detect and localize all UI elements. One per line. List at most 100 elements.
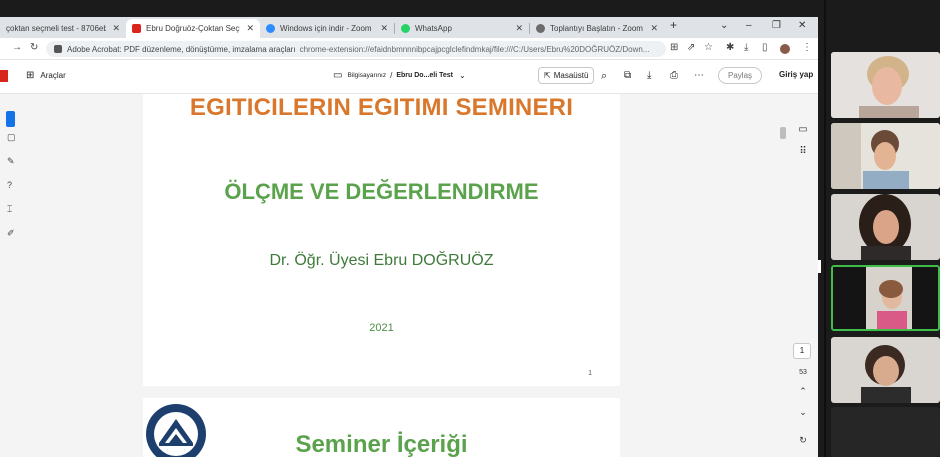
side-panel-icon[interactable]: ▯ (762, 42, 768, 53)
right-rail: ▭ ⠿ 1 53 ⌃ ⌄ ↻ ▤ (788, 94, 818, 457)
extension-icon (54, 45, 62, 53)
site-name: Adobe Acrobat: PDF düzenleme, dönüştürme… (67, 44, 296, 54)
participant-video-5[interactable] (831, 337, 940, 403)
open-external-icon: ⇱ (544, 71, 551, 80)
globe-icon (536, 24, 545, 33)
share-button-label: Paylaş (728, 71, 753, 80)
participant-video-6[interactable] (831, 407, 940, 457)
chat-icon[interactable]: ▭ (788, 124, 818, 135)
participant-1-image (831, 52, 940, 118)
breadcrumb-separator: / (390, 71, 393, 80)
profile-avatar[interactable] (780, 44, 790, 54)
minimize-icon[interactable]: – (746, 20, 752, 31)
pdf-page-2: Seminer İçeriği (143, 398, 620, 457)
computer-icon: ▭ (333, 70, 343, 81)
maximize-icon[interactable]: ❐ (772, 20, 781, 31)
chevron-down-icon[interactable]: ⌄ (459, 71, 466, 80)
reload-icon[interactable]: ↻ (30, 42, 38, 53)
slide-2-title: Seminer İçeriği (295, 431, 468, 457)
extensions-puzzle-icon[interactable]: ✱ (726, 42, 734, 53)
tab-whatsapp[interactable]: WhatsApp ✕ (395, 19, 529, 38)
rotate-icon[interactable]: ↻ (788, 435, 818, 446)
pdf-page-1: EGITICILERIN EGITIMI SEMINERI ÖLÇME VE D… (143, 94, 620, 386)
close-icon[interactable]: ✕ (650, 23, 658, 34)
acrobat-logo (0, 70, 8, 82)
url-text: chrome-extension://efaidnbmnnnibpcajpcgl… (299, 44, 650, 54)
gallery-resize-handle[interactable] (818, 260, 821, 273)
participant-video-2[interactable] (831, 123, 940, 189)
slide-title: EGITICILERIN EGITIMI SEMINERI (189, 94, 574, 121)
stamp-icon[interactable]: ✐ (7, 228, 15, 239)
search-icon[interactable]: ⌕ (601, 70, 607, 83)
participant-video-4[interactable] (831, 265, 940, 331)
translate-icon[interactable]: ⊞ (670, 42, 678, 53)
close-window-icon[interactable]: ✕ (798, 20, 806, 31)
tab-title: Windows için indir - Zoom (280, 24, 372, 33)
close-icon[interactable]: ✕ (515, 23, 523, 34)
text-icon[interactable]: ? (7, 180, 12, 190)
participant-2-image (831, 123, 940, 189)
bookmark-star-icon[interactable]: ☆ (704, 42, 713, 53)
whatsapp-icon (401, 24, 410, 33)
desktop-button[interactable]: ⇱ Masaüstü (538, 67, 595, 84)
participant-3-image (831, 194, 940, 260)
page-view-icon[interactable]: ⧉ (624, 70, 631, 81)
tab-title: WhatsApp (415, 24, 452, 33)
scrollbar-thumb[interactable] (780, 127, 786, 139)
tab-zoom-meeting[interactable]: Toplantıyı Başlatın - Zoom ✕ (530, 19, 664, 38)
slide-subtitle: ÖLÇME VE DEĞERLENDIRME (224, 179, 539, 204)
grid-icon: ⊞ (26, 70, 35, 81)
file-breadcrumb: ▭ Bilgisayarınız / Ebru Do...eli Test ⌄ (333, 70, 466, 81)
share-button[interactable]: Paylaş (718, 67, 763, 84)
tools-button[interactable]: ⊞ Araçlar (26, 70, 66, 81)
tab-pdf[interactable]: Ebru Doğruöz-Çoktan Seçmeli ✕ (126, 19, 260, 38)
share-page-icon[interactable]: ⇗ (687, 42, 695, 53)
zoom-icon (266, 24, 275, 33)
page-total: 53 (799, 369, 807, 376)
tab-title: Toplantıyı Başlatın - Zoom (550, 24, 643, 33)
page-up-icon[interactable]: ⌃ (788, 386, 818, 397)
close-icon[interactable]: ✕ (246, 23, 254, 34)
file-name[interactable]: Ebru Do...eli Test (396, 72, 453, 79)
comment-icon[interactable]: ▢ (7, 132, 16, 143)
tab-title: Ebru Doğruöz-Çoktan Seçmeli (146, 24, 240, 33)
acrobat-toolbar: ⊞ Araçlar ▭ Bilgisayarınız / Ebru Do...e… (0, 60, 818, 94)
slide-page-number: 1 (588, 370, 592, 377)
more-icon[interactable]: ⋯ (694, 70, 704, 81)
menu-dots-icon[interactable]: ⋮ (802, 42, 812, 53)
select-tool[interactable] (6, 111, 15, 127)
participant-video-1[interactable] (831, 52, 940, 118)
browser-toolbar: → ↻ Adobe Acrobat: PDF düzenleme, dönüşt… (0, 38, 818, 60)
forward-icon[interactable]: → (12, 42, 22, 53)
desktop-button-label: Masaüstü (553, 71, 589, 80)
pen-icon[interactable]: ✎ (7, 156, 15, 167)
page-down-icon[interactable]: ⌄ (788, 407, 818, 418)
tab-title: çoktan seçmeli test - 8706ebru (6, 24, 107, 33)
tools-label: Araçlar (40, 71, 66, 80)
tab-zoom-download[interactable]: Windows için indir - Zoom ✕ (260, 19, 394, 38)
tab-test[interactable]: çoktan seçmeli test - 8706ebru ✕ (0, 19, 126, 38)
fill-sign-icon[interactable]: ⌶ (7, 204, 12, 215)
page-number-input[interactable]: 1 (793, 343, 811, 359)
tab-strip: çoktan seçmeli test - 8706ebru ✕ Ebru Do… (0, 17, 818, 38)
signin-link[interactable]: Giriş yap (779, 70, 813, 79)
download-icon[interactable]: ⤓ (647, 70, 651, 81)
participant-video-3[interactable] (831, 194, 940, 260)
participant-4-image (833, 267, 938, 329)
close-icon[interactable]: ✕ (380, 23, 388, 34)
participant-5-image (831, 337, 940, 403)
document-area: ▢ ✎ ? ⌶ ✐ EGITICILERIN EGITIMI SEMINERI … (0, 94, 818, 457)
print-icon[interactable]: ⎙ (670, 70, 678, 81)
tab-search-icon[interactable]: ⌄ (720, 20, 728, 31)
download-icon[interactable]: ⤓ (744, 42, 748, 53)
screen: çoktan seçmeli test - 8706ebru ✕ Ebru Do… (0, 0, 940, 457)
browser-window: çoktan seçmeli test - 8706ebru ✕ Ebru Do… (0, 17, 818, 457)
new-tab-button[interactable]: + (670, 18, 677, 32)
slide-author: Dr. Öğr. Üyesi Ebru DOĞRUÖZ (269, 252, 494, 269)
thumbnails-icon[interactable]: ⠿ (788, 146, 818, 157)
pdf-icon (132, 24, 141, 33)
address-bar[interactable]: Adobe Acrobat: PDF düzenleme, dönüştürme… (46, 41, 666, 57)
left-tool-rail: ▢ ✎ ? ⌶ ✐ (0, 94, 16, 457)
close-icon[interactable]: ✕ (112, 23, 120, 34)
breadcrumb-location[interactable]: Bilgisayarınız (347, 72, 386, 79)
